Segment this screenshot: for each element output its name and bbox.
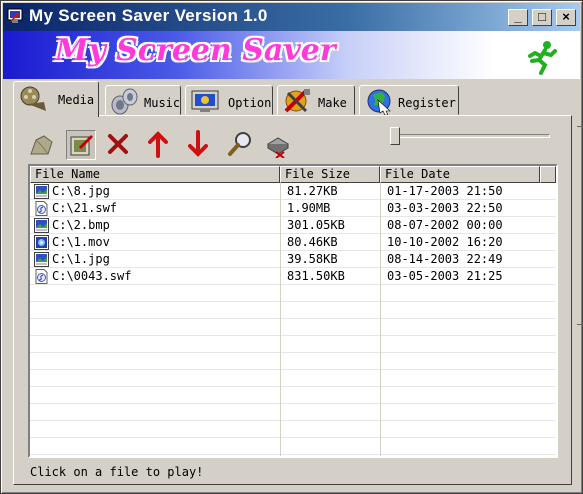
delete-button[interactable] — [104, 130, 134, 160]
file-size-cell: 831.50KB — [280, 268, 380, 285]
tab-option-label: Option — [228, 96, 272, 110]
file-name-cell: C:\2.bmp — [52, 218, 110, 232]
row-gridline — [30, 318, 556, 319]
file-size-cell: 1.90MB — [280, 200, 380, 217]
file-size-cell: 81.27KB — [280, 183, 380, 200]
file-name-cell: C:\1.jpg — [52, 252, 110, 266]
banner-logo: My Screen Saver — [55, 33, 336, 68]
file-size-cell: 80.46KB — [280, 234, 380, 251]
table-row[interactable]: C:\1.jpg 39.58KB 08-14-2003 22:49 — [30, 251, 556, 268]
restore-button[interactable]: □ — [532, 9, 552, 26]
file-date-cell: 08-07-2002 00:00 — [380, 217, 556, 234]
table-row[interactable]: C:\21.swf 1.90MB 03-03-2003 22:50 — [30, 200, 556, 217]
tab-option[interactable]: Option — [185, 85, 273, 115]
title-bar[interactable]: My Screen Saver Version 1.0 _ □ × — [3, 3, 580, 31]
move-up-button[interactable] — [144, 130, 174, 160]
speed-slider-thumb[interactable] — [390, 127, 400, 145]
edge-mark — [577, 126, 583, 127]
tab-music[interactable]: Music — [105, 85, 181, 115]
row-gridline — [30, 437, 556, 438]
file-size-cell: 301.05KB — [280, 217, 380, 234]
search-button[interactable] — [226, 130, 256, 160]
row-gridline — [30, 301, 556, 302]
window-title: My Screen Saver Version 1.0 — [29, 6, 268, 25]
row-gridline — [30, 369, 556, 370]
file-name-cell: C:\1.mov — [52, 235, 110, 249]
main-window: My Screen Saver Version 1.0 _ □ × My Scr… — [0, 0, 583, 494]
media-film-icon — [20, 86, 46, 111]
tab-media[interactable]: Media — [13, 81, 99, 117]
file-list-header: File Name File Size File Date — [30, 166, 556, 183]
file-name-cell: C:\21.swf — [52, 201, 118, 215]
clear-drive-icon — [267, 137, 289, 159]
edit-picture-icon — [70, 135, 93, 156]
tab-music-label: Music — [144, 96, 181, 110]
music-speaker-icon — [111, 88, 138, 115]
running-man-icon — [528, 41, 557, 75]
tab-register[interactable]: Register — [359, 85, 459, 115]
tab-make[interactable]: Make — [277, 85, 355, 115]
file-size-cell: 39.58KB — [280, 251, 380, 268]
file-name-cell: C:\0043.swf — [52, 269, 132, 283]
tab-register-label: Register — [398, 96, 456, 110]
move-up-arrow-icon — [148, 131, 168, 158]
app-icon — [7, 8, 23, 23]
open-button[interactable] — [28, 130, 58, 160]
edit-button[interactable] — [66, 130, 96, 160]
column-file-size[interactable]: File Size — [280, 166, 380, 183]
open-folder-icon — [30, 135, 53, 155]
table-row[interactable]: C:\8.jpg 81.27KB 01-17-2003 21:50 — [30, 183, 556, 200]
file-date-cell: 03-05-2003 21:25 — [380, 268, 556, 285]
close-button[interactable]: × — [556, 9, 576, 26]
edge-mark — [577, 324, 583, 325]
speed-slider-track[interactable] — [394, 134, 550, 138]
register-globe-icon — [367, 89, 391, 115]
clear-button[interactable] — [264, 130, 294, 160]
file-date-cell: 03-03-2003 22:50 — [380, 200, 556, 217]
search-magnifier-icon — [228, 132, 251, 156]
file-date-cell: 08-14-2003 22:49 — [380, 251, 556, 268]
column-filler — [540, 166, 556, 183]
tab-media-label: Media — [58, 93, 95, 107]
make-tools-icon — [284, 89, 310, 113]
delete-x-icon — [108, 134, 128, 154]
row-gridline — [30, 352, 556, 353]
column-file-date[interactable]: File Date — [380, 166, 540, 183]
row-gridline — [30, 454, 556, 455]
row-gridline — [30, 386, 556, 387]
file-name-cell: C:\8.jpg — [52, 184, 110, 198]
option-monitor-icon — [191, 90, 219, 112]
minimize-button[interactable]: _ — [508, 9, 528, 26]
file-date-cell: 10-10-2002 16:20 — [380, 234, 556, 251]
media-panel: File Name File Size File Date C:\8.jpg 81… — [13, 115, 572, 485]
table-row[interactable]: C:\1.mov 80.46KB 10-10-2002 16:20 — [30, 234, 556, 251]
row-gridline — [30, 403, 556, 404]
status-text: Click on a file to play! — [30, 465, 204, 479]
table-row[interactable]: C:\0043.swf 831.50KB 03-05-2003 21:25 — [30, 268, 556, 285]
tab-make-label: Make — [318, 96, 347, 110]
column-file-name[interactable]: File Name — [30, 166, 280, 183]
move-down-button[interactable] — [184, 130, 214, 160]
banner: My Screen Saver — [3, 31, 580, 79]
table-row[interactable]: C:\2.bmp 301.05KB 08-07-2002 00:00 — [30, 217, 556, 234]
move-down-arrow-icon — [188, 130, 208, 157]
tab-strip: Media Music Option Make Register — [13, 81, 573, 117]
file-date-cell: 01-17-2003 21:50 — [380, 183, 556, 200]
row-gridline — [30, 335, 556, 336]
row-gridline — [30, 420, 556, 421]
file-list[interactable]: File Name File Size File Date C:\8.jpg 81… — [28, 164, 558, 458]
